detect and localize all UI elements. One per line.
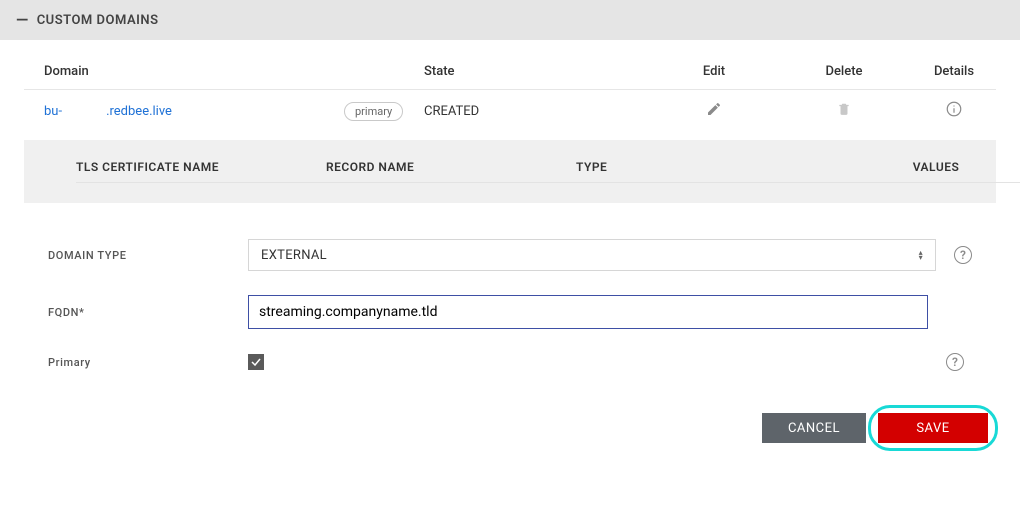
state-cell: CREATED	[424, 104, 634, 119]
fqdn-input[interactable]	[248, 295, 928, 329]
domain-type-select[interactable]: EXTERNAL ▴▾	[248, 239, 936, 271]
section-title: CUSTOM DOMAINS	[37, 13, 159, 28]
col-record: RECORD NAME	[326, 160, 576, 183]
redacted-segment	[62, 106, 106, 116]
col-values: VALUES	[826, 160, 1020, 183]
col-state: State	[424, 64, 634, 79]
col-type: TYPE	[576, 160, 826, 183]
col-edit: Edit	[634, 64, 794, 79]
dns-subtable-header: TLS CERTIFICATE NAME RECORD NAME TYPE VA…	[24, 140, 996, 203]
help-icon[interactable]: ?	[946, 353, 964, 371]
fqdn-label: FQDN*	[48, 306, 248, 319]
domains-table-header: Domain State Edit Delete Details	[24, 40, 996, 90]
cancel-button[interactable]: CANCEL	[762, 413, 866, 443]
domain-link[interactable]: bu-.redbee.live	[44, 104, 172, 119]
col-domain: Domain	[44, 64, 424, 79]
collapse-icon: —	[16, 12, 29, 28]
domain-form: DOMAIN TYPE EXTERNAL ▴▾ ? FQDN* Primary	[24, 203, 996, 383]
help-icon[interactable]: ?	[954, 246, 972, 264]
form-actions: CANCEL SAVE	[0, 383, 1020, 467]
info-icon[interactable]	[945, 107, 963, 122]
table-row: bu-.redbee.live primary CREATED	[24, 90, 996, 140]
domain-type-label: DOMAIN TYPE	[48, 249, 248, 262]
trash-icon[interactable]	[837, 106, 851, 121]
primary-label: Primary	[48, 356, 248, 369]
section-header[interactable]: — CUSTOM DOMAINS	[0, 0, 1020, 40]
primary-badge: primary	[344, 102, 403, 121]
chevron-updown-icon: ▴▾	[919, 250, 923, 260]
primary-checkbox[interactable]	[248, 354, 264, 370]
col-details: Details	[894, 64, 1014, 79]
col-delete: Delete	[794, 64, 894, 79]
domain-type-value: EXTERNAL	[261, 248, 327, 263]
save-button[interactable]: SAVE	[878, 413, 988, 443]
edit-icon[interactable]	[706, 106, 722, 121]
col-tls: TLS CERTIFICATE NAME	[76, 160, 326, 183]
